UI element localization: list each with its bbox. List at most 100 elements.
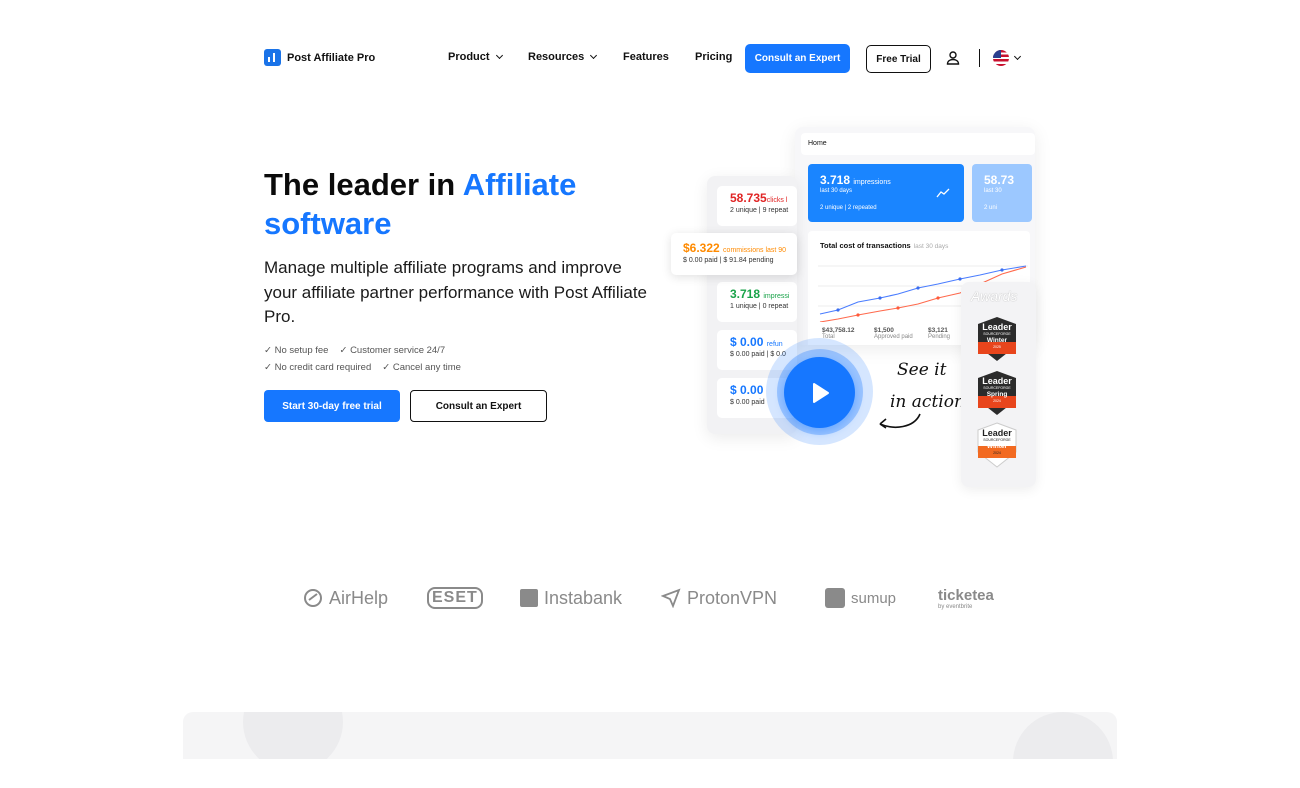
next-section bbox=[183, 712, 1117, 759]
stat-value: 58.735 bbox=[730, 191, 767, 205]
mini-stat: $3,121 Pending bbox=[928, 327, 950, 340]
logo-label: AirHelp bbox=[329, 587, 389, 608]
chart-period: last 30 days bbox=[913, 243, 949, 250]
logo-label: sumup bbox=[851, 589, 897, 607]
float-value: $6.322 bbox=[683, 241, 720, 255]
feature-checks-row2: ✓ No credit card required ✓ Cancel any t… bbox=[264, 362, 461, 373]
award-badge: Leader SOURCEFORGE Spring 2024 bbox=[976, 370, 1018, 416]
logo-text: Post Affiliate Pro bbox=[287, 51, 376, 64]
nav-label: Resources bbox=[528, 51, 585, 63]
logo-eset: ESET bbox=[427, 584, 483, 612]
tile-value: 58.73 bbox=[984, 173, 1015, 187]
user-icon[interactable] bbox=[945, 50, 961, 66]
consult-expert-hero-button[interactable]: Consult an Expert bbox=[410, 390, 547, 422]
clicks-tile: 58.73 last 30 2 uni bbox=[972, 164, 1032, 222]
tile-unit: impressions bbox=[853, 179, 891, 186]
tile-period: last 30 days bbox=[820, 188, 853, 194]
check-item: ✓ No credit card required bbox=[264, 362, 372, 373]
mini-stat-label: Approved paid bbox=[874, 334, 913, 340]
logo-sumup: sumup bbox=[825, 584, 896, 612]
award-badge: Leader SOURCEFORGE Winter 2025 bbox=[976, 316, 1018, 362]
float-sub: $ 0.00 paid | $ 91.84 pending bbox=[683, 257, 774, 264]
logo-instabank: Instabank bbox=[520, 584, 622, 612]
stat-unit: clicks l bbox=[766, 197, 788, 204]
stat-unit: impressi bbox=[763, 293, 790, 300]
protonvpn-icon bbox=[661, 588, 681, 608]
hero-lead: Manage multiple affiliate programs and i… bbox=[264, 258, 648, 326]
commissions-float-card: $6.322 commissions last 90 $ 0.00 paid |… bbox=[671, 233, 797, 275]
tile-sub: 2 uni bbox=[984, 205, 998, 211]
tile-sub: 2 unique | 2 repeated bbox=[820, 205, 877, 211]
see-it-text: See it bbox=[897, 360, 947, 380]
us-flag-icon[interactable] bbox=[993, 50, 1009, 66]
chevron-down-icon bbox=[495, 51, 503, 60]
badge-year: 2025 bbox=[993, 345, 1001, 349]
mini-stat-value: $43,758.12 bbox=[822, 327, 855, 334]
mini-stat: $1,500 Approved paid bbox=[874, 327, 913, 340]
badge-season: Winter bbox=[986, 337, 1008, 344]
awards-panel: Awards Leader SOURCEFORGE Winter 2025 Leade… bbox=[961, 282, 1036, 487]
badge-year: 2024 bbox=[993, 399, 1001, 403]
play-video-button[interactable] bbox=[784, 357, 855, 428]
logo-sublabel: by eventbrite bbox=[938, 604, 973, 610]
instabank-icon bbox=[520, 589, 538, 607]
stat-sub: 1 unique | 0 repeat bbox=[730, 303, 789, 310]
nav-label: Pricing bbox=[695, 51, 733, 63]
nav-features[interactable]: Features bbox=[623, 51, 669, 63]
badge-title: Leader bbox=[982, 428, 1012, 438]
dashboard-home-bar: Home bbox=[801, 133, 1035, 155]
award-badge: Leader SOURCEFORGE Winter 2024 bbox=[976, 422, 1018, 468]
logo[interactable]: Post Affiliate Pro bbox=[264, 49, 375, 66]
chart-title-text: Total cost of transactions bbox=[820, 241, 911, 250]
chevron-down-icon bbox=[590, 51, 598, 60]
impressions-tile: 3.718 impressions last 30 days 2 unique … bbox=[808, 164, 964, 222]
stat-value: 3.718 bbox=[730, 287, 761, 301]
nav-label: Features bbox=[623, 51, 669, 63]
awards-title: Awards bbox=[971, 288, 1018, 304]
play-icon bbox=[812, 382, 829, 403]
mini-stat-label: Pending bbox=[928, 334, 951, 340]
check-item: ✓ No setup fee bbox=[264, 345, 329, 356]
logo-label: ESET bbox=[427, 587, 483, 609]
check-item: ✓ Cancel any time bbox=[382, 362, 461, 373]
stat-sub: 2 unique | 9 repeat bbox=[730, 207, 789, 214]
stat-clicks-card: 58.735clicks l 2 unique | 9 repeat bbox=[717, 186, 797, 226]
chevron-down-icon[interactable] bbox=[1013, 52, 1022, 61]
nav-pricing[interactable]: Pricing bbox=[695, 51, 732, 63]
header-divider bbox=[979, 49, 980, 67]
sumup-icon bbox=[825, 588, 845, 608]
consult-expert-button[interactable]: Consult an Expert bbox=[745, 44, 850, 73]
stat-value: $ 0.00 bbox=[730, 335, 764, 349]
mini-stat-value: $3,121 bbox=[928, 327, 948, 334]
airhelp-icon bbox=[304, 589, 322, 607]
decor-circle bbox=[243, 712, 343, 759]
nav-product[interactable]: Product bbox=[448, 51, 503, 63]
feature-checks-row1: ✓ No setup fee ✓ Customer service 24/7 bbox=[264, 345, 445, 356]
stat-value: $ 0.00 bbox=[730, 383, 764, 397]
nav-label: Product bbox=[448, 51, 490, 63]
free-trial-button[interactable]: Free Trial bbox=[866, 45, 931, 73]
logo-label: ticketea bbox=[938, 587, 994, 604]
logo-label: Instabank bbox=[544, 587, 623, 608]
logo-protonvpn: ProtonVPN bbox=[661, 584, 777, 612]
badge-title: Leader bbox=[982, 376, 1012, 386]
check-item: ✓ Customer service 24/7 bbox=[339, 345, 446, 356]
float-unit: commissions last 90 bbox=[723, 247, 787, 254]
trend-icon bbox=[936, 188, 950, 198]
decor-circle bbox=[1013, 712, 1113, 759]
stat-unit: refun bbox=[766, 341, 783, 348]
nav-resources[interactable]: Resources bbox=[528, 51, 598, 63]
start-trial-button[interactable]: Start 30-day free trial bbox=[264, 390, 400, 422]
hero-title-part1: The leader in bbox=[264, 167, 463, 202]
badge-title: Leader bbox=[982, 322, 1012, 332]
badge-season: Winter bbox=[986, 443, 1008, 450]
hero-title-part2: software bbox=[264, 206, 392, 241]
logo-airhelp: AirHelp bbox=[303, 584, 388, 612]
arrow-icon bbox=[879, 413, 921, 429]
logo-label: ProtonVPN bbox=[687, 587, 778, 608]
hero-title: The leader in Affiliate software bbox=[264, 165, 644, 243]
logo-ticketea: ticketea by eventbrite bbox=[938, 588, 994, 616]
stat-impressions-card: 3.718 impressi 1 unique | 0 repeat bbox=[717, 282, 797, 322]
badge-season: Spring bbox=[986, 391, 1008, 398]
chart-title: Total cost of transactions last 30 days bbox=[820, 241, 948, 250]
